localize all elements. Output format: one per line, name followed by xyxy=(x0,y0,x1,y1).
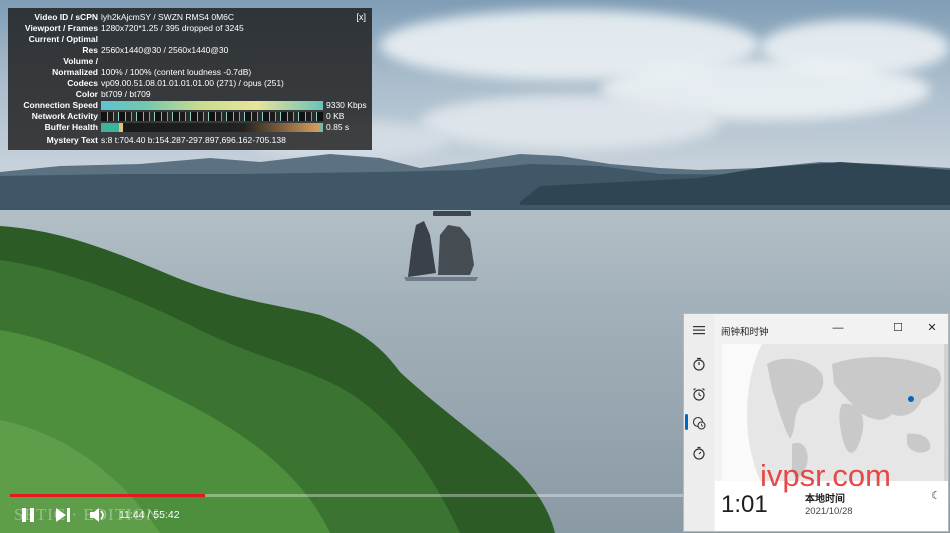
stats-label: Res xyxy=(82,45,98,55)
stats-value: 100% / 100% (content loudness -0.7dB) xyxy=(101,67,252,77)
next-icon xyxy=(56,508,70,522)
stats-value: 0 KB xyxy=(326,111,345,121)
stats-row: Codecs vp09.00.51.08.01.01.01.01.00 (271… xyxy=(8,78,372,89)
duration: 55:42 xyxy=(153,509,180,521)
network-activity-graph xyxy=(101,112,323,121)
stats-label: Video ID / sCPN xyxy=(34,12,98,22)
maximize-button[interactable]: ☐ xyxy=(888,319,908,337)
hamburger-icon[interactable] xyxy=(692,323,706,337)
stats-value: 1280x720*1.25 / 395 dropped of 3245 xyxy=(101,23,244,33)
pause-button[interactable] xyxy=(18,505,38,525)
stats-value: 2560x1440@30 / 2560x1440@30 xyxy=(101,45,229,55)
stats-value: s:8 t:704.40 b:154.287-297.897,696.162-7… xyxy=(101,135,286,145)
stats-label: Current / Optimal xyxy=(28,34,98,44)
stats-row: Normalized 100% / 100% (content loudness… xyxy=(8,67,372,78)
mute-button[interactable] xyxy=(88,505,108,525)
connection-speed-graph xyxy=(101,101,323,110)
stats-row-buffer-health: Buffer Health 0.85 s xyxy=(8,122,372,133)
active-nav-indicator xyxy=(685,414,688,430)
stats-value: vp09.00.51.08.01.01.01.01.00 (271) / opu… xyxy=(101,78,284,88)
stats-value: 9330 Kbps xyxy=(326,100,367,110)
alarm-icon[interactable] xyxy=(692,387,706,401)
stats-label: Network Activity xyxy=(31,111,98,121)
stats-row: Res 2560x1440@30 / 2560x1440@30 xyxy=(8,45,372,56)
stats-label: Codecs xyxy=(67,78,98,88)
stats-row: Volume / xyxy=(8,56,372,67)
local-time: 1:01 xyxy=(721,491,768,518)
site-watermark: ivpsr.com xyxy=(760,458,891,493)
volume-icon xyxy=(90,508,104,522)
stats-row: Mystery Text s:8 t:704.40 b:154.287-297.… xyxy=(8,135,372,146)
pause-icon xyxy=(22,508,34,522)
stats-row-connection-speed: Connection Speed 9330 Kbps xyxy=(8,100,372,111)
stats-value: 0.85 s xyxy=(326,122,350,132)
local-date: 2021/10/28 xyxy=(805,506,853,517)
close-button[interactable]: ✕ xyxy=(922,319,942,337)
stats-label: Mystery Text xyxy=(46,135,98,145)
buffer-health-graph xyxy=(101,123,323,132)
world-clock-icon[interactable] xyxy=(692,416,706,430)
moon-icon: ☾ xyxy=(931,490,941,502)
stats-for-nerds-panel: [x] Video ID / sCPN lyh2kAjcmSY / SWZN R… xyxy=(8,8,372,150)
timer-icon[interactable] xyxy=(692,357,706,371)
current-time: 11:44 xyxy=(119,509,145,521)
stats-label: Color xyxy=(75,89,98,99)
time-separator: / xyxy=(144,509,154,521)
stats-label: Normalized xyxy=(52,67,98,77)
time-display: 11:44 / 55:42 xyxy=(119,509,180,521)
stats-label: Buffer Health xyxy=(44,122,98,132)
stats-row-network-activity: Network Activity 0 KB xyxy=(8,111,372,122)
progress-played xyxy=(10,494,206,497)
minimize-button[interactable]: — xyxy=(828,319,848,337)
next-button[interactable] xyxy=(53,505,73,525)
stats-value: lyh2kAjcmSY / SWZN RMS4 0M6C xyxy=(101,12,235,22)
stats-label: Viewport / Frames xyxy=(24,23,98,33)
stats-row: Current / Optimal xyxy=(8,34,372,45)
stats-label: Volume / xyxy=(63,56,98,66)
stats-value: bt709 / bt709 xyxy=(101,89,151,99)
stats-row: Video ID / sCPN lyh2kAjcmSY / SWZN RMS4 … xyxy=(8,12,372,23)
stopwatch-icon[interactable] xyxy=(692,446,706,460)
stats-label: Connection Speed xyxy=(23,100,98,110)
window-title: 闹钟和时钟 xyxy=(721,327,769,338)
clock-app-window[interactable]: 闹钟和时钟 — ☐ ✕ 1:01 本地时间 2021/10/28 ☾ xyxy=(683,313,949,532)
stats-row: Color bt709 / bt709 xyxy=(8,89,372,100)
stats-row: Viewport / Frames 1280x720*1.25 / 395 dr… xyxy=(8,23,372,34)
clock-nav-sidebar xyxy=(684,314,714,531)
